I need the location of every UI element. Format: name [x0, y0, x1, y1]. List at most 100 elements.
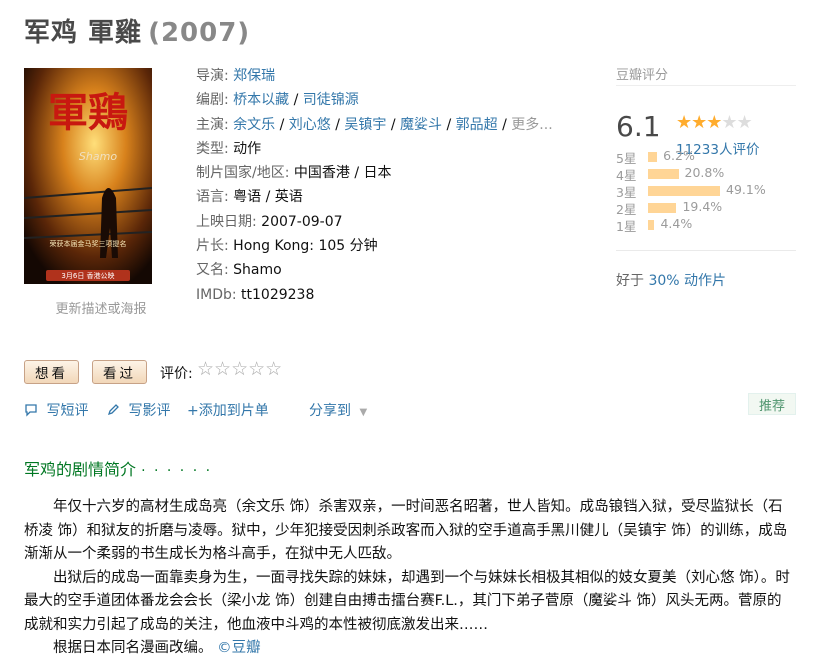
rate-star-icons[interactable]: ☆☆☆☆☆ [197, 358, 282, 380]
poster-image: 軍鶏 Shamo 荣获本届金马奖三项提名 3月6日 香港公映 [24, 68, 152, 284]
better-than-link[interactable]: 30% 动作片 [648, 273, 726, 289]
star-icon-filled: ★★★ [676, 112, 722, 133]
cast-row: 主演: 余文乐 / 刘心悠 / 吴镇宇 / 魔娑斗 / 郭品超 / 更多... [196, 113, 596, 137]
douban-copyright-link[interactable]: ©豆瓣 [217, 640, 261, 656]
country-row: 制片国家/地区: 中国香港 / 日本 [196, 161, 596, 185]
short-review-link[interactable]: 写短评 [46, 403, 88, 419]
movie-info: 导演: 郑保瑞 编剧: 桥本以藏 / 司徒锦源 主演: 余文乐 / 刘心悠 / … [196, 64, 596, 307]
short-review-action[interactable]: 写短评 [24, 400, 88, 420]
summary-paragraph: 根据日本同名漫画改编。 ©豆瓣 [24, 637, 796, 661]
pencil-icon [107, 404, 119, 416]
share-action[interactable]: 分享到 ▼ [309, 400, 367, 420]
writer-row: 编剧: 桥本以藏 / 司徒锦源 [196, 88, 596, 112]
rating-distribution: 5星 6.2% 4星 20.8% 3星 49.1% 2星 19.4% 1星 4.… [616, 148, 796, 234]
imdb-label: IMDb: [196, 286, 237, 303]
director-label: 导演: [196, 68, 229, 84]
country-value: 中国香港 / 日本 [293, 165, 392, 182]
rating-dist-bar [648, 169, 679, 179]
runtime-label: 片长: [196, 238, 229, 255]
summary-paragraph: 出狱后的成岛一面靠卖身为生，一面寻找失踪的妹妹，却遇到一个与妹妹长相极其相似的妓… [24, 569, 790, 633]
add-to-list-link[interactable]: +添加到片单 [187, 400, 269, 420]
rating-dist-label: 1星 [616, 219, 637, 234]
cast-link[interactable]: 余文乐 [233, 117, 275, 133]
language-label: 语言: [196, 189, 229, 206]
rating-stars: ★★★★★ [676, 112, 753, 133]
movie-poster[interactable]: 軍鶏 Shamo 荣获本届金马奖三项提名 3月6日 香港公映 [24, 68, 152, 284]
rating-dist-row: 5星 6.2% [616, 148, 796, 166]
genre-row: 类型: 动作 [196, 137, 596, 161]
rating-label: 豆瓣评分 [616, 68, 669, 83]
rating-dist-percent: 20.8% [684, 165, 725, 180]
language-row: 语言: 粤语 / 英语 [196, 185, 596, 209]
director-link[interactable]: 郑保瑞 [233, 68, 275, 84]
better-than: 好于 30% 动作片 [616, 270, 726, 290]
star-icon-empty: ★★ [721, 112, 752, 133]
cast-label: 主演: [196, 116, 229, 133]
release-value: 2007-09-07 [261, 213, 343, 230]
page-title: 军鸡 軍雞 (2007) [24, 12, 250, 49]
aka-row: 又名: Shamo [196, 258, 596, 282]
separator: / [446, 116, 452, 133]
rating-divider [616, 250, 796, 251]
rating-panel: 豆瓣评分 6.1 ★★★★★ 11233人评价 [616, 64, 796, 158]
want-to-watch-button[interactable]: 想看 [24, 360, 79, 384]
imdb-row: IMDb: tt1029238 [196, 283, 596, 307]
imdb-value: tt1029238 [241, 286, 315, 303]
summary-text: 年仅十六岁的高材生成岛亮（余文乐 饰）杀害双亲，一时间恶名昭著，世人皆知。成岛锒… [24, 496, 796, 661]
rating-dist-bar [648, 203, 677, 213]
review-action[interactable]: 写影评 [106, 400, 170, 420]
director-row: 导演: 郑保瑞 [196, 64, 596, 88]
separator: / [279, 116, 285, 133]
cast-link[interactable]: 魔娑斗 [400, 117, 442, 133]
rating-dist-bar [648, 220, 655, 230]
summary-paragraph: 年仅十六岁的高材生成岛亮（余文乐 饰）杀害双亲，一时间恶名昭著，世人皆知。成岛锒… [24, 499, 788, 562]
rating-dist-percent: 4.4% [660, 216, 693, 231]
update-description-link[interactable]: 更新描述或海报 [24, 298, 178, 317]
comment-icon [25, 404, 37, 417]
poster-release-caption: 3月6日 香港公映 [61, 271, 114, 280]
summary-title: 军鸡的剧情简介 [24, 460, 137, 479]
rating-dist-percent: 19.4% [682, 199, 723, 214]
rating-dist-row: 1星 4.4% [616, 216, 796, 234]
score-row: 6.1 ★★★★★ 11233人评价 [616, 85, 796, 158]
country-label: 制片国家/地区: [196, 165, 290, 182]
aka-label: 又名: [196, 262, 229, 279]
recommend-button[interactable]: 推荐 [748, 393, 796, 415]
aka-value: Shamo [233, 262, 282, 279]
review-link[interactable]: 写影评 [128, 403, 170, 419]
poster-caption: 荣获本届金马奖三项提名 [50, 239, 127, 248]
separator: / [390, 116, 396, 133]
rating-score: 6.1 [616, 110, 661, 143]
separator: / [335, 116, 340, 133]
summary-dots: · · · · · · [141, 463, 213, 479]
cast-more-link[interactable]: 更多... [511, 117, 552, 133]
genre-value: 动作 [233, 140, 262, 157]
rating-dist-percent: 6.2% [663, 148, 695, 163]
rate-label: 评价: [160, 366, 193, 382]
rating-dist-percent: 49.1% [726, 182, 766, 197]
movie-year: (2007) [148, 18, 251, 48]
release-label: 上映日期: [196, 213, 257, 230]
rating-dist-row: 4星 20.8% [616, 165, 796, 183]
separator: / [293, 92, 299, 109]
rating-dist-row: 3星 49.1% [616, 182, 796, 200]
summary-heading: 军鸡的剧情简介 · · · · · · [24, 456, 212, 480]
watched-button[interactable]: 看过 [92, 360, 147, 384]
writer-link[interactable]: 桥本以藏 [233, 92, 289, 108]
poster-title-text: 軍鶏 [48, 89, 128, 136]
poster-subtitle: Shamo [79, 150, 117, 163]
writer-link[interactable]: 司徒锦源 [303, 92, 359, 108]
rating-dist-bar [648, 186, 720, 196]
rating-dist-bar [648, 152, 658, 162]
genre-label: 类型: [196, 140, 229, 157]
summary-note: 根据日本同名漫画改编。 [53, 640, 213, 656]
separator: / [502, 116, 507, 133]
cast-link[interactable]: 吴镇宇 [344, 117, 386, 133]
share-link[interactable]: 分享到 [309, 403, 351, 419]
better-prefix: 好于 [616, 273, 649, 289]
runtime-value: Hong Kong: 105 分钟 [233, 238, 378, 255]
writer-label: 编剧: [196, 92, 229, 109]
cast-link[interactable]: 郭品超 [456, 117, 498, 133]
runtime-row: 片长: Hong Kong: 105 分钟 [196, 234, 596, 258]
cast-link[interactable]: 刘心悠 [289, 117, 331, 133]
